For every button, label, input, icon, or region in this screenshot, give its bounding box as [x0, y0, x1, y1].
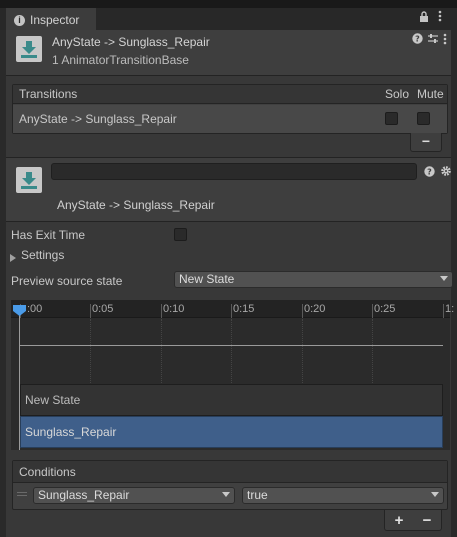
timeline-tick-label: 0:25: [374, 303, 396, 315]
playhead-line: [19, 315, 20, 450]
svg-text:?: ?: [415, 35, 420, 44]
header-subtitle: 1 AnimatorTransitionBase: [52, 53, 189, 67]
condition-value: true: [247, 488, 268, 502]
transition-help-icon[interactable]: ?: [424, 166, 435, 180]
timeline-tick: [161, 304, 162, 318]
header-title: AnyState -> Sunglass_Repair: [52, 35, 210, 49]
solo-column-label: Solo: [385, 87, 410, 101]
transition-weight-curve: [20, 345, 443, 346]
condition-value-dropdown[interactable]: true: [242, 487, 444, 504]
timeline-tick: [443, 304, 444, 318]
timeline-gridline: [302, 319, 303, 383]
timeline-tick: [231, 304, 232, 318]
has-exit-time-checkbox[interactable]: [174, 228, 187, 241]
solo-checkbox[interactable]: [385, 112, 398, 125]
svg-text:?: ?: [427, 168, 432, 177]
transitions-title: Transitions: [19, 87, 78, 101]
animator-transition-icon: [16, 36, 42, 62]
info-icon: i: [14, 14, 25, 26]
timeline-tick-label: :00: [27, 303, 43, 315]
chevron-down-icon: [431, 492, 439, 497]
transition-row-label: AnyState -> Sunglass_Repair: [19, 112, 177, 126]
timeline-tick-label: 0:05: [92, 303, 114, 315]
transition-icon: [16, 167, 42, 193]
timeline-tick-label: 1:: [445, 303, 455, 315]
preset-sliders-icon[interactable]: [427, 33, 439, 47]
drag-handle-icon[interactable]: [17, 491, 27, 497]
timeline-tick-label: 0:20: [304, 303, 326, 315]
help-icon[interactable]: ?: [412, 33, 423, 47]
transition-label: AnyState -> Sunglass_Repair: [57, 198, 215, 212]
preview-source-state-dropdown[interactable]: New State: [174, 271, 453, 288]
remove-condition-button[interactable]: −: [423, 512, 432, 529]
conditions-title: Conditions: [19, 465, 76, 479]
editor-top-strip: [0, 0, 457, 8]
add-condition-button[interactable]: +: [395, 512, 404, 529]
conditions-footer: + −: [384, 510, 442, 531]
destination-state-bar[interactable]: Sunglass_Repair: [20, 416, 443, 448]
timeline-gridline: [231, 319, 232, 383]
tab-inspector-label: Inspector: [30, 13, 80, 27]
lock-icon[interactable]: [419, 11, 429, 25]
mute-checkbox[interactable]: [417, 112, 430, 125]
header-kebab-menu-icon[interactable]: [443, 33, 447, 48]
timeline-tick: [90, 304, 91, 318]
settings-foldout-arrow-icon[interactable]: [10, 251, 16, 265]
timeline-gridline: [372, 319, 373, 383]
tab-inspector[interactable]: i Inspector: [6, 8, 96, 30]
preview-source-state-value: New State: [179, 272, 235, 286]
transition-name-field[interactable]: [51, 163, 417, 180]
condition-parameter-dropdown[interactable]: Sunglass_Repair: [33, 487, 235, 504]
remove-transition-button[interactable]: −: [410, 133, 442, 152]
gear-icon[interactable]: [440, 165, 452, 180]
timeline-gridline: [161, 319, 162, 383]
chevron-down-icon: [222, 492, 230, 497]
mute-column-label: Mute: [417, 87, 444, 101]
conditions-header: [13, 461, 447, 483]
preview-source-state-label: Preview source state: [11, 274, 123, 288]
transitions-header: [13, 85, 447, 104]
source-state-bar[interactable]: New State: [20, 384, 443, 416]
timeline-tick-label: 0:15: [233, 303, 255, 315]
timeline-tick: [372, 304, 373, 318]
condition-parameter-value: Sunglass_Repair: [38, 488, 130, 502]
chevron-down-icon: [440, 276, 448, 281]
section-divider: [6, 221, 451, 222]
timeline-tick: [302, 304, 303, 318]
timeline-tick-label: 0:10: [163, 303, 185, 315]
has-exit-time-label: Has Exit Time: [11, 228, 86, 242]
kebab-menu-icon[interactable]: [438, 10, 442, 25]
settings-foldout-label[interactable]: Settings: [21, 248, 64, 262]
timeline-gridline: [90, 319, 91, 383]
